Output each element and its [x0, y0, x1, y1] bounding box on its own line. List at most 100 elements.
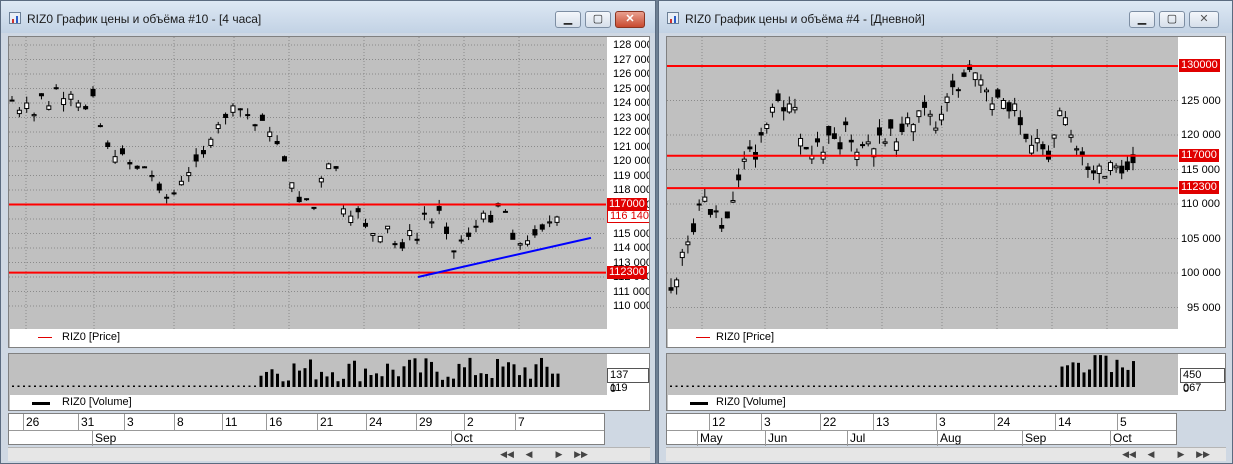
volume-bar [1110, 372, 1113, 387]
horizontal-scrollbar[interactable]: ◀◀ ◀ ▶ ▶▶ [666, 447, 1226, 461]
volume-bar [303, 368, 307, 387]
price-tick-label: 95 000 [1187, 301, 1221, 314]
volume-bar [752, 385, 755, 387]
maximize-button[interactable]: ▢ [1159, 11, 1185, 28]
candle-body [127, 162, 133, 165]
horizontal-scrollbar[interactable]: ◀◀ ◀ ▶ ▶▶ [8, 447, 650, 461]
scroll-right-button[interactable]: ▶▶ [574, 448, 588, 461]
candle-body [831, 133, 837, 139]
candle-body [208, 138, 214, 146]
close-button[interactable]: ✕ [1189, 11, 1219, 28]
volume-bar [336, 381, 340, 387]
volume-bar [397, 376, 400, 387]
title-bar[interactable]: RIZ0 График цены и объёма #4 - [Дневной]… [659, 1, 1232, 33]
minimize-button[interactable]: ▁ [1129, 11, 1155, 28]
candle-body [97, 125, 103, 128]
candle-body [781, 107, 787, 112]
minimize-button[interactable]: ▁ [555, 11, 581, 28]
price-tick-label: 120 000 [1181, 129, 1221, 141]
title-bar[interactable]: RIZ0 График цены и объёма #10 - [4 часа]… [1, 1, 655, 33]
candle-body [775, 93, 781, 101]
volume-panel[interactable]: RIZ0 [Volume] 450 067 0 [666, 353, 1226, 411]
date-axis: 12 3 22 13 3 24 14 5 May Jun Jul Aug Sep Oct [666, 413, 1177, 446]
candle-body [112, 156, 118, 163]
volume-bar [901, 385, 903, 387]
candle-body [296, 196, 302, 203]
candle-body [724, 211, 730, 219]
volume-bar [375, 373, 378, 387]
volume-bar [276, 373, 279, 387]
month-tick-label: Jun [765, 430, 787, 446]
price-tick-label: 128 000 [613, 39, 650, 51]
candle-body [1119, 165, 1125, 174]
volume-bar [248, 385, 251, 387]
volume-bar [83, 385, 86, 387]
volume-bar [774, 385, 777, 387]
volume-bar [1099, 355, 1102, 387]
date-tick-label: 24 [994, 414, 1049, 430]
volume-bar [681, 385, 683, 387]
volume-bar [105, 385, 108, 387]
volume-panel[interactable]: RIZ0 [Volume] 137 119 0 [8, 353, 650, 411]
candle-body [68, 93, 74, 100]
volume-bar [556, 373, 560, 387]
price-tick-label: 110 000 [613, 300, 650, 312]
candle-body [803, 146, 809, 150]
candle-body [876, 127, 882, 136]
volume-bar [221, 385, 223, 387]
candle-body [747, 146, 753, 150]
volume-bar [1000, 385, 1002, 387]
volume-bar [210, 385, 212, 387]
chart-window-4h[interactable]: RIZ0 График цены и объёма #10 - [4 часа]… [0, 0, 656, 464]
maximize-button[interactable]: ▢ [585, 11, 611, 28]
volume-bar [199, 385, 201, 387]
close-button[interactable]: ✕ [615, 11, 645, 28]
scroll-left-button[interactable]: ◀◀ [1122, 448, 1136, 461]
scroll-left-step-button[interactable]: ◀ [522, 448, 536, 461]
volume-bar [967, 385, 969, 387]
price-panel[interactable]: RIZ0 [Price] 125 000 120 000 115 000 110 00… [666, 36, 1226, 348]
volume-bar [978, 385, 980, 387]
month-tick-label: Sep [92, 430, 116, 446]
volume-bar [884, 385, 887, 387]
volume-bar [1077, 362, 1080, 387]
candle-body [1034, 137, 1040, 144]
price-tick-label: 111 000 [613, 285, 650, 298]
candle-body [429, 221, 435, 224]
volume-bar [747, 385, 749, 387]
volume-bar [160, 385, 163, 387]
scroll-left-step-button[interactable]: ◀ [1144, 448, 1158, 461]
scroll-right-button[interactable]: ▶▶ [1196, 448, 1210, 461]
volume-bar [1011, 385, 1013, 387]
candle-body [1057, 110, 1063, 117]
scroll-right-step-button[interactable]: ▶ [1174, 448, 1188, 461]
candle-body [984, 89, 990, 93]
price-tick-label: 110 000 [1181, 198, 1220, 210]
date-tick-label: 12 [709, 414, 764, 430]
legend-line-red [696, 337, 710, 338]
price-panel[interactable]: RIZ0 [Price] 128 000 127 000 126 000 125 00… [8, 36, 650, 348]
volume-bar [551, 373, 554, 387]
candle-body [510, 232, 516, 240]
volume-bar [424, 358, 428, 387]
chart-window-daily[interactable]: RIZ0 График цены и объёма #4 - [Дневной]… [658, 0, 1233, 464]
volume-bar [670, 385, 672, 387]
volume-bar [714, 385, 716, 387]
candle-body [259, 114, 265, 121]
volume-bar [741, 385, 744, 387]
volume-bar [912, 385, 914, 387]
volume-bar [281, 381, 285, 387]
volume-bar [50, 385, 53, 387]
scroll-left-button[interactable]: ◀◀ [500, 448, 514, 461]
volume-bar [1038, 385, 1041, 387]
volume-legend-label: RIZ0 [Volume] [62, 396, 132, 408]
date-tick-label: 2 [464, 414, 512, 430]
scroll-right-step-button[interactable]: ▶ [552, 448, 566, 461]
candle-body [392, 243, 398, 246]
candle-body [769, 106, 775, 113]
candle-body [326, 163, 332, 170]
volume-bar [177, 385, 179, 387]
volume-zero-label: 0 [1183, 383, 1190, 395]
candle-body [274, 141, 280, 145]
candle-body [1012, 103, 1018, 112]
